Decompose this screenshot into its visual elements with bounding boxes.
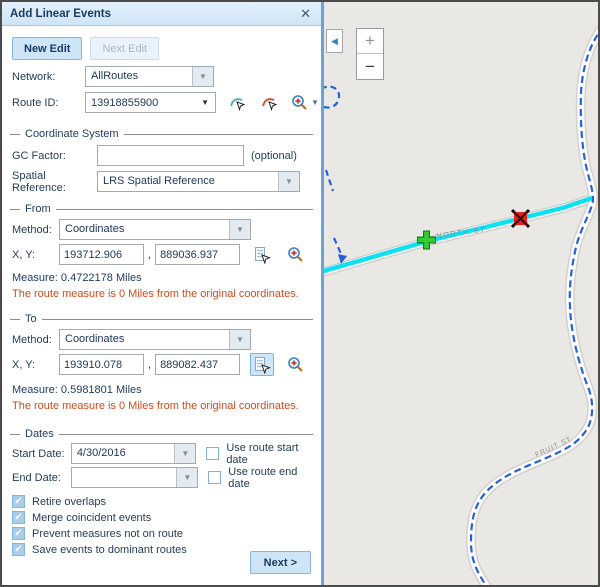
- route-id-label: Route ID:: [12, 97, 85, 109]
- to-method-label: Method:: [12, 334, 59, 346]
- zoom-out-button[interactable]: −: [357, 54, 383, 79]
- next-button[interactable]: Next >: [250, 551, 311, 574]
- use-route-end-date-label: Use route end date: [228, 466, 321, 490]
- end-date-select[interactable]: ▼: [71, 467, 198, 488]
- from-warning-text: The route measure is 0 Miles from the or…: [12, 283, 299, 304]
- from-y-input[interactable]: [155, 244, 240, 265]
- end-date-value: [72, 468, 176, 487]
- route-select-blue-icon: [229, 94, 246, 111]
- to-y-input[interactable]: [155, 354, 240, 375]
- chevron-down-icon[interactable]: ▼: [195, 98, 215, 107]
- magnifier-plus-icon: [287, 356, 305, 374]
- start-date-select[interactable]: 4/30/2016 ▼: [71, 443, 197, 464]
- chevron-down-icon[interactable]: ▼: [174, 444, 195, 463]
- merge-coincident-events-label: Merge coincident events: [32, 512, 151, 524]
- spatial-reference-label: Spatial Reference:: [12, 170, 97, 194]
- optional-hint: (optional): [251, 150, 297, 162]
- zoom-to-route-button[interactable]: ▼: [288, 91, 322, 114]
- select-route-on-map-button[interactable]: [225, 91, 249, 114]
- to-method-select[interactable]: Coordinates ▼: [59, 329, 251, 350]
- route-select-red-icon: [261, 94, 278, 111]
- map-canvas[interactable]: NORTH ST FRUIT ST ◀ + −: [324, 2, 598, 585]
- panel-header: Add Linear Events ✕: [2, 2, 321, 26]
- gc-factor-label: GC Factor:: [12, 150, 97, 162]
- map-zoom-control: + −: [356, 28, 384, 80]
- from-title: From: [25, 203, 51, 215]
- to-point-marker: [512, 210, 529, 227]
- to-zoom-button[interactable]: [284, 353, 308, 376]
- app-window: Add Linear Events ✕ New Edit Next Edit N…: [0, 0, 600, 587]
- chevron-down-icon[interactable]: ▼: [229, 330, 250, 349]
- magnifier-plus-icon: [291, 94, 309, 112]
- route-id-combo[interactable]: 13918855900 ▼: [85, 92, 216, 113]
- route-id-value: 13918855900: [86, 97, 195, 109]
- table-cursor-icon: [253, 246, 271, 264]
- start-date-value: 4/30/2016: [72, 444, 175, 463]
- stream-loop: [324, 87, 339, 108]
- add-linear-events-panel: Add Linear Events ✕ New Edit Next Edit N…: [2, 2, 324, 585]
- to-pick-on-map-button[interactable]: [250, 353, 274, 376]
- retire-overlaps-label: Retire overlaps: [32, 496, 106, 508]
- spatial-reference-select[interactable]: LRS Spatial Reference ▼: [97, 171, 300, 192]
- new-edit-button[interactable]: New Edit: [12, 37, 82, 60]
- end-date-label: End Date:: [12, 472, 71, 484]
- to-xy-label: X, Y:: [12, 359, 59, 371]
- to-title: To: [25, 313, 37, 325]
- to-warning-text: The route measure is 0 Miles from the or…: [12, 395, 299, 416]
- table-cursor-icon: [253, 356, 271, 374]
- panel-title: Add Linear Events: [10, 8, 298, 20]
- network-value: AllRoutes: [86, 67, 192, 86]
- from-method-value: Coordinates: [60, 220, 229, 239]
- next-edit-button: Next Edit: [90, 37, 159, 60]
- zoom-in-button[interactable]: +: [357, 29, 383, 54]
- start-date-label: Start Date:: [12, 448, 71, 460]
- from-pick-on-map-button[interactable]: [250, 243, 274, 266]
- use-route-start-date-label: Use route start date: [226, 442, 321, 466]
- close-icon[interactable]: ✕: [298, 6, 313, 22]
- save-events-dominant-checkbox[interactable]: ✔: [12, 543, 25, 556]
- network-label: Network:: [12, 71, 85, 83]
- spatial-reference-value: LRS Spatial Reference: [98, 172, 278, 191]
- from-x-input[interactable]: [59, 244, 144, 265]
- collapse-panel-button[interactable]: ◀: [326, 29, 343, 53]
- chevron-down-icon[interactable]: ▼: [311, 98, 319, 107]
- from-zoom-button[interactable]: [284, 243, 308, 266]
- use-route-start-date-checkbox[interactable]: [206, 447, 219, 460]
- from-section-header: From: [10, 202, 313, 216]
- prevent-measures-label: Prevent measures not on route: [32, 528, 183, 540]
- to-method-value: Coordinates: [60, 330, 229, 349]
- gc-factor-input[interactable]: [97, 145, 244, 166]
- chevron-down-icon[interactable]: ▼: [176, 468, 197, 487]
- from-xy-label: X, Y:: [12, 249, 59, 261]
- xy-separator: ,: [144, 359, 155, 371]
- map-graphics: [324, 2, 598, 585]
- chevron-down-icon[interactable]: ▼: [192, 67, 213, 86]
- chevron-down-icon[interactable]: ▼: [229, 220, 250, 239]
- dates-section-header: Dates: [10, 427, 313, 441]
- magnifier-plus-icon: [287, 246, 305, 264]
- chevron-left-icon: ◀: [331, 36, 338, 47]
- dates-title: Dates: [25, 428, 54, 440]
- from-method-select[interactable]: Coordinates ▼: [59, 219, 251, 240]
- network-select[interactable]: AllRoutes ▼: [85, 66, 214, 87]
- save-events-dominant-label: Save events to dominant routes: [32, 544, 187, 556]
- select-route-from-selection-button[interactable]: [257, 91, 281, 114]
- use-route-end-date-checkbox[interactable]: [208, 471, 221, 484]
- to-section-header: To: [10, 312, 313, 326]
- from-method-label: Method:: [12, 224, 59, 236]
- coordinate-system-title: Coordinate System: [25, 128, 119, 140]
- chevron-down-icon[interactable]: ▼: [278, 172, 299, 191]
- to-x-input[interactable]: [59, 354, 144, 375]
- xy-separator: ,: [144, 249, 155, 261]
- coordinate-system-section-header: Coordinate System: [10, 127, 313, 141]
